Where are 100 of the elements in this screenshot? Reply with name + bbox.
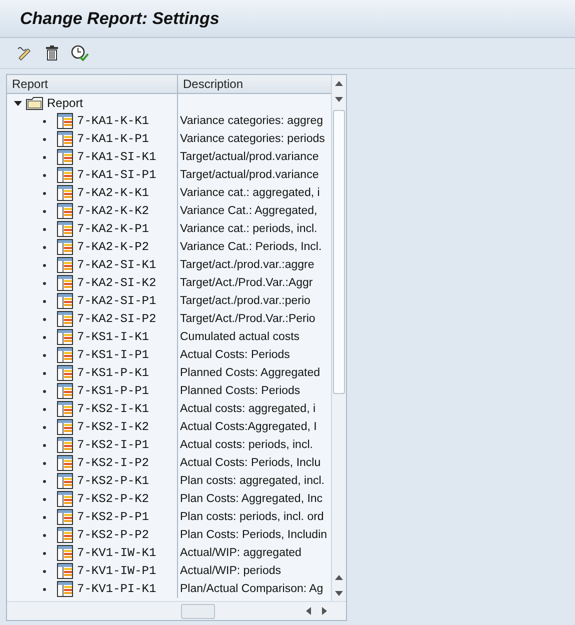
bullet-icon	[43, 228, 46, 230]
vertical-scrollbar[interactable]	[331, 75, 346, 601]
table-cell-text: Planned Costs: Periods	[179, 384, 302, 399]
table-cell-text: Plan costs: periods, incl. ord	[179, 510, 325, 525]
list-icon	[57, 275, 73, 291]
scroll-left-icon[interactable]	[304, 606, 312, 616]
bullet-icon	[43, 552, 46, 554]
list-icon	[57, 149, 73, 165]
tree-node-label[interactable]: Report	[47, 96, 84, 110]
table-cell-text: Variance cat.: periods, incl.	[179, 222, 318, 237]
report-name[interactable]: 7-KS2-I-P1	[77, 438, 150, 452]
table-cell-text: Plan costs: aggregated, incl.	[179, 474, 326, 489]
list-icon	[57, 329, 73, 345]
bullet-icon	[43, 390, 46, 392]
scroll-up-icon[interactable]	[334, 80, 344, 86]
table-cell-text: Target/actual/prod.variance	[179, 150, 320, 165]
list-icon	[57, 473, 73, 489]
bullet-icon	[43, 246, 46, 248]
report-name[interactable]: 7-KA2-SI-P2	[77, 312, 156, 326]
list-icon	[57, 563, 73, 579]
bullet-icon	[43, 192, 46, 194]
caret-icon[interactable]	[14, 100, 22, 106]
column-header[interactable]: Report	[7, 75, 178, 94]
table-cell-text: Cumulated actual costs	[179, 330, 301, 345]
bullet-icon	[43, 300, 46, 302]
list-icon	[57, 185, 73, 201]
report-name[interactable]: 7-KA2-SI-P1	[77, 294, 156, 308]
report-name[interactable]: 7-KS2-I-K2	[77, 420, 150, 434]
scroll-down-icon[interactable]	[334, 96, 344, 102]
report-name[interactable]: 7-KA1-K-P1	[77, 132, 150, 146]
list-icon	[57, 131, 73, 147]
table-cell-text: Variance categories: aggreg	[179, 114, 324, 129]
report-name[interactable]: 7-KS2-P-P1	[77, 510, 150, 524]
report-name[interactable]: 7-KS1-P-P1	[77, 384, 150, 398]
report-name[interactable]: 7-KV1-PI-K1	[77, 582, 156, 596]
bullet-icon	[43, 408, 46, 410]
list-icon	[57, 365, 73, 381]
bullet-icon	[43, 534, 46, 536]
report-name[interactable]: 7-KA2-SI-K2	[77, 276, 156, 290]
bullet-icon	[43, 264, 46, 266]
table-cell-text: Actual/WIP: aggregated	[179, 546, 302, 561]
list-icon	[57, 509, 73, 525]
list-icon	[57, 527, 73, 543]
list-icon	[57, 203, 73, 219]
table-cell-text: Variance Cat.: Periods, Incl.	[179, 240, 323, 255]
scroll-down-icon[interactable]	[334, 590, 344, 596]
report-name[interactable]: 7-KS1-P-K1	[77, 366, 150, 380]
report-name[interactable]: 7-KS2-I-P2	[77, 456, 150, 470]
scroll-right-icon[interactable]	[320, 606, 328, 616]
table-cell-text: Target/actual/prod.variance	[179, 168, 320, 183]
bullet-icon	[43, 588, 46, 590]
bullet-icon	[43, 174, 46, 176]
table-cell-text: Target/act./prod.var.:aggre	[179, 258, 316, 273]
report-name[interactable]: 7-KS2-P-P2	[77, 528, 150, 542]
report-name[interactable]: 7-KA2-K-P2	[77, 240, 150, 254]
bullet-icon	[43, 354, 46, 356]
table-cell-text: Actual Costs:Aggregated, I	[179, 420, 318, 435]
scroll-up-icon[interactable]	[334, 574, 344, 580]
table-cell-text: Plan Costs: Periods, Includin	[179, 528, 328, 543]
table-cell-text: Actual Costs: Periods	[179, 348, 291, 363]
report-name[interactable]: 7-KA1-SI-P1	[77, 168, 156, 182]
report-name[interactable]: 7-KS2-P-K2	[77, 492, 150, 506]
table-cell-text: Plan Costs: Aggregated, Inc	[179, 492, 324, 507]
bullet-icon	[43, 372, 46, 374]
report-name[interactable]: 7-KA1-SI-K1	[77, 150, 156, 164]
report-name[interactable]: 7-KS1-I-K1	[77, 330, 150, 344]
table-cell-text: Target/Act./Prod.Var.:Perio	[179, 312, 316, 327]
table-cell-text: Actual costs: periods, incl.	[179, 438, 314, 453]
table-cell-text: Target/act./prod.var.:perio	[179, 294, 312, 309]
report-name[interactable]: 7-KA2-K-K2	[77, 204, 150, 218]
report-name[interactable]: 7-KV1-IW-K1	[77, 546, 156, 560]
table-cell-text: Variance categories: periods	[179, 132, 326, 147]
report-name[interactable]: 7-KS1-I-P1	[77, 348, 150, 362]
bullet-icon	[43, 480, 46, 482]
list-icon	[57, 455, 73, 471]
report-name[interactable]: 7-KA2-K-K1	[77, 186, 150, 200]
list-icon	[57, 221, 73, 237]
table-cell-text: Target/Act./Prod.Var.:Aggr	[179, 276, 314, 291]
report-name[interactable]: 7-KA2-K-P1	[77, 222, 150, 236]
bullet-icon	[43, 498, 46, 500]
list-icon	[57, 581, 73, 597]
report-name[interactable]: 7-KS2-P-K1	[77, 474, 150, 488]
folder-icon	[26, 96, 43, 110]
scroll-thumb[interactable]	[181, 604, 215, 618]
horizontal-scrollbar[interactable]	[7, 601, 346, 620]
list-icon	[57, 239, 73, 255]
report-name[interactable]: 7-KS2-I-K1	[77, 402, 150, 416]
bullet-icon	[43, 426, 46, 428]
report-name[interactable]: 7-KA2-SI-K1	[77, 258, 156, 272]
bullet-icon	[43, 120, 46, 122]
clock-check-icon[interactable]	[70, 43, 90, 63]
bullet-icon	[43, 336, 46, 338]
bullet-icon	[43, 138, 46, 140]
bullet-icon	[43, 318, 46, 320]
table-cell-text: Actual Costs: Periods, Inclu	[179, 456, 322, 471]
list-icon	[57, 437, 73, 453]
report-name[interactable]: 7-KA1-K-K1	[77, 114, 150, 128]
column-header[interactable]: Description	[178, 75, 332, 94]
report-name[interactable]: 7-KV1-IW-P1	[77, 564, 156, 578]
scroll-thumb[interactable]	[333, 110, 345, 394]
